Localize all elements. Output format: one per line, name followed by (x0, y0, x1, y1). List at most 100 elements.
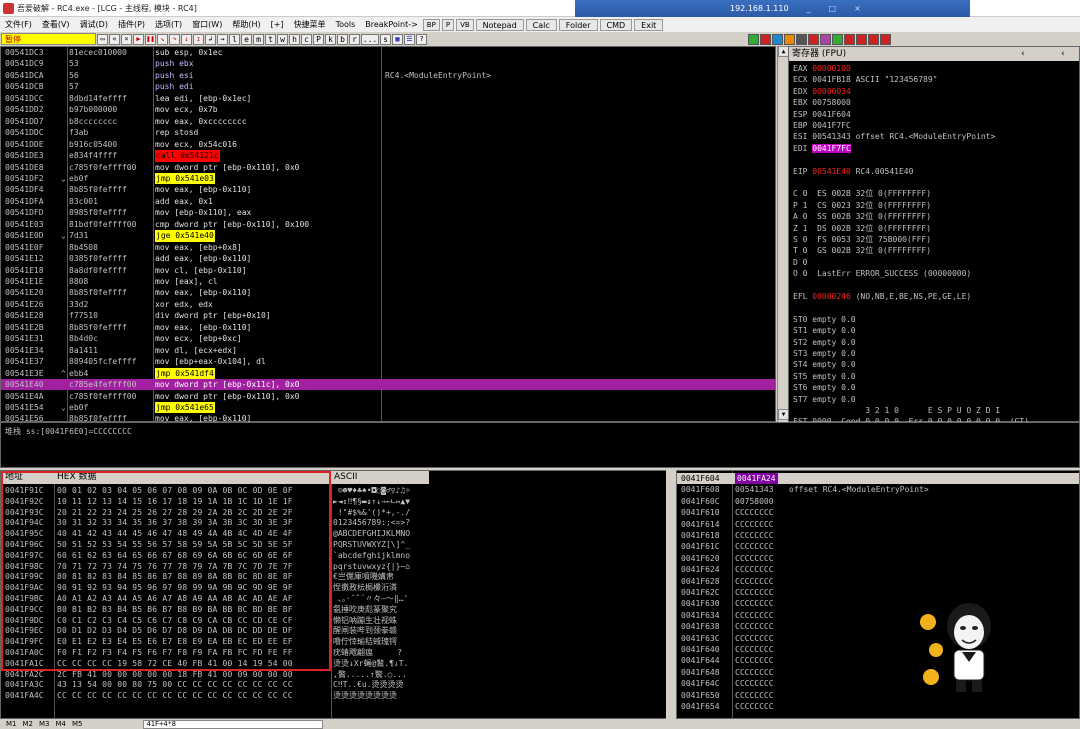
disasm-row[interactable]: 00541DC9 53 push ebx (1, 58, 775, 69)
menu-shortcut[interactable]: 快捷菜单 (294, 19, 326, 30)
disasm-row[interactable]: 00541DF4 8b85f0feffff mov eax, [ebp-0x110] (1, 184, 775, 195)
disasm-row[interactable]: 00541DE8 c785f0feffff00 mov dword ptr [ebp… (1, 162, 775, 173)
disasm-row[interactable]: 00541E28 f77510 div dword ptr [ebp+0x10] (1, 310, 775, 321)
stack-row[interactable]: 0041F640 CCCCCCCC (677, 644, 1079, 655)
toolbar-p-button[interactable]: P (313, 33, 324, 45)
disasm-row[interactable]: 00541E1E 8808 mov [eax], cl (1, 276, 775, 287)
step-into-icon[interactable]: ↘ (157, 33, 168, 45)
pause-icon[interactable]: ❚❚ (145, 33, 156, 45)
disasm-row[interactable]: 00541DDE b916c05400 mov ecx, 0x54c016 (1, 139, 775, 150)
step-over-icon[interactable]: ↷ (169, 33, 180, 45)
disasm-row[interactable]: 00541E12 0385f0feffff add eax, [ebp-0x110] (1, 253, 775, 264)
red-plugin-icon-2[interactable] (808, 33, 819, 45)
toolbar-c-button[interactable]: c (301, 33, 312, 45)
help-icon[interactable]: ? (416, 33, 427, 45)
stack-row[interactable]: 0041F62C CCCCCCCC (677, 587, 1079, 598)
close-debug-icon[interactable]: × (121, 33, 132, 45)
disasm-row[interactable]: 00541DCB 57 push edi (1, 81, 775, 92)
disasm-row[interactable]: 00541E26 33d2 xor edx, edx (1, 299, 775, 310)
register-value[interactable]: 00758000 (812, 98, 851, 107)
stack-row[interactable]: 0041F630 CCCCCCCC (677, 598, 1079, 609)
m3-tab[interactable]: M3 (39, 720, 50, 728)
vb-button[interactable]: VB (456, 18, 474, 31)
run-icon[interactable]: ▶ (133, 33, 144, 45)
menu-tools[interactable]: Tools (336, 20, 356, 29)
disasm-row[interactable]: 00541E40 c785e4feffff00 mov dword ptr [ebp… (1, 379, 775, 391)
purple-plugin-icon[interactable] (820, 33, 831, 45)
red-plugin-icon-4[interactable] (856, 33, 867, 45)
stack-row[interactable]: 0041F650 CCCCCCCC (677, 690, 1079, 701)
orange-plugin-icon[interactable] (784, 33, 795, 45)
disasm-row[interactable]: 00541E37 889405fcfeffff mov [ebp+eax-0x104… (1, 356, 775, 367)
disasm-row[interactable]: 00541E20 8b85f0feffff mov eax, [ebp-0x110] (1, 287, 775, 298)
cmd-button[interactable]: CMD (599, 18, 633, 31)
red-plugin-icon-3[interactable] (844, 33, 855, 45)
toolbar-h-button[interactable]: h (289, 33, 300, 45)
open-icon[interactable]: ▭ (97, 33, 108, 45)
stack-pane[interactable]: 0041F604 0041FA24 0041F608 00541343 offset R… (676, 470, 1080, 719)
toolbar-l-button[interactable]: l (229, 33, 240, 45)
m4-tab[interactable]: M4 (56, 720, 67, 728)
rewind-icon[interactable]: « (109, 33, 120, 45)
notepad-button[interactable]: Notepad (475, 18, 524, 31)
toolbar-t-button[interactable]: t (265, 33, 276, 45)
menu-debug[interactable]: 调试(D) (80, 19, 108, 30)
green-plugin-icon[interactable] (748, 33, 759, 45)
disasm-row[interactable]: 00541E0D ⌄ 7d31 jge 0x541e40 (1, 230, 775, 242)
disassembly-pane[interactable]: 00541DC3 81ecec010000 sub esp, 0x1ec 00541D… (0, 46, 776, 423)
disasm-row[interactable]: 00541DD2 b97b000000 mov ecx, 0x7b (1, 104, 775, 115)
menu-window[interactable]: 窗口(W) (192, 19, 222, 30)
scroll-track[interactable] (778, 57, 788, 409)
blue-plugin-icon[interactable] (772, 33, 783, 45)
trace-over-icon[interactable]: ↧ (193, 33, 204, 45)
goto-icon[interactable]: → (217, 33, 228, 45)
toolbar-s-button[interactable]: s (380, 33, 391, 45)
disasm-row[interactable]: 00541E54 ⌄ eb0f jmp 0x541e65 (1, 401, 775, 414)
menu-file[interactable]: 文件(F) (5, 19, 32, 30)
register-value[interactable]: 00000100 (812, 64, 851, 73)
disasm-row[interactable]: 00541E03 81bdf0feffff00 cmp dword ptr [ebp… (1, 219, 775, 230)
disasm-row[interactable]: 00541DD7 b8cccccccc mov eax, 0xcccccccc (1, 116, 775, 127)
stack-row[interactable]: 0041F624 CCCCCCCC (677, 564, 1079, 575)
trace-into-icon[interactable]: ↓ (181, 33, 192, 45)
toolbar-b-button[interactable]: b (337, 33, 348, 45)
red-plugin-icon-5[interactable] (868, 33, 879, 45)
stack-row[interactable]: 0041F644 CCCCCCCC (677, 655, 1079, 666)
stack-row[interactable]: 0041F648 CCCCCCCC (677, 667, 1079, 678)
disasm-row[interactable]: 00541E0F 8b4508 mov eax, [ebp+0x8] (1, 242, 775, 253)
toolbar-r-button[interactable]: r (349, 33, 360, 45)
prev-arrow-icon[interactable]: ‹ (1021, 47, 1025, 61)
register-value[interactable]: 0041FB18 (812, 75, 851, 84)
disasm-row[interactable]: 00541DDC f3ab rep stosd (1, 127, 775, 138)
disasm-row[interactable]: 00541DFD 8985f0feffff mov [ebp-0x110], eax (1, 207, 775, 218)
stack-row[interactable]: 0041F614 CCCCCCCC (677, 519, 1079, 530)
disasm-row[interactable]: 00541DCA 56 push esi RC4.<ModuleEntryPoint> (1, 70, 775, 81)
disasm-row[interactable]: 00541DF2 ⌄ eb0f jmp 0x541e03 (1, 172, 775, 185)
disassembly-scrollbar[interactable]: ▲ ▼ (777, 46, 789, 422)
minimize-button[interactable]: _ (807, 4, 811, 13)
menu-breakpoint[interactable]: BreakPoint-> (365, 20, 418, 29)
disasm-row[interactable]: 00541E3E ^ ebb4 jmp 0x541df4 (1, 367, 775, 380)
register-value[interactable]: 00541E40 (812, 167, 851, 176)
register-value[interactable]: 00000034 (812, 87, 851, 96)
register-value[interactable]: 0041F604 (812, 110, 851, 119)
red-plugin-icon[interactable] (760, 33, 771, 45)
menu-view[interactable]: 查看(V) (42, 19, 70, 30)
m1-tab[interactable]: M1 (6, 720, 17, 728)
toolbar-w-button[interactable]: w (277, 33, 288, 45)
disasm-row[interactable]: 00541E31 8b4d0c mov ecx, [ebp+0xc] (1, 333, 775, 344)
stack-row[interactable]: 0041F618 CCCCCCCC (677, 530, 1079, 541)
register-value[interactable]: 0041F7FC (812, 143, 851, 153)
m2-tab[interactable]: M2 (23, 720, 34, 728)
disasm-row[interactable]: 00541E2B 8b85f0feffff mov eax, [ebp-0x110] (1, 322, 775, 333)
toolbar-e-button[interactable]: e (241, 33, 252, 45)
stack-row[interactable]: 0041F638 CCCCCCCC (677, 621, 1079, 632)
m5-tab[interactable]: M5 (72, 720, 83, 728)
toolbar-k-button[interactable]: k (325, 33, 336, 45)
close-button[interactable]: × (854, 4, 861, 13)
menu-plugins[interactable]: 插件(P) (118, 19, 145, 30)
red-plugin-icon-6[interactable] (880, 33, 891, 45)
stack-row[interactable]: 0041F634 CCCCCCCC (677, 610, 1079, 621)
disasm-row[interactable]: 00541E18 8a8df0feffff mov cl, [ebp-0x110] (1, 265, 775, 276)
disasm-row[interactable]: 00541DCC 8dbd14feffff lea edi, [ebp-0x1ec] (1, 93, 775, 104)
